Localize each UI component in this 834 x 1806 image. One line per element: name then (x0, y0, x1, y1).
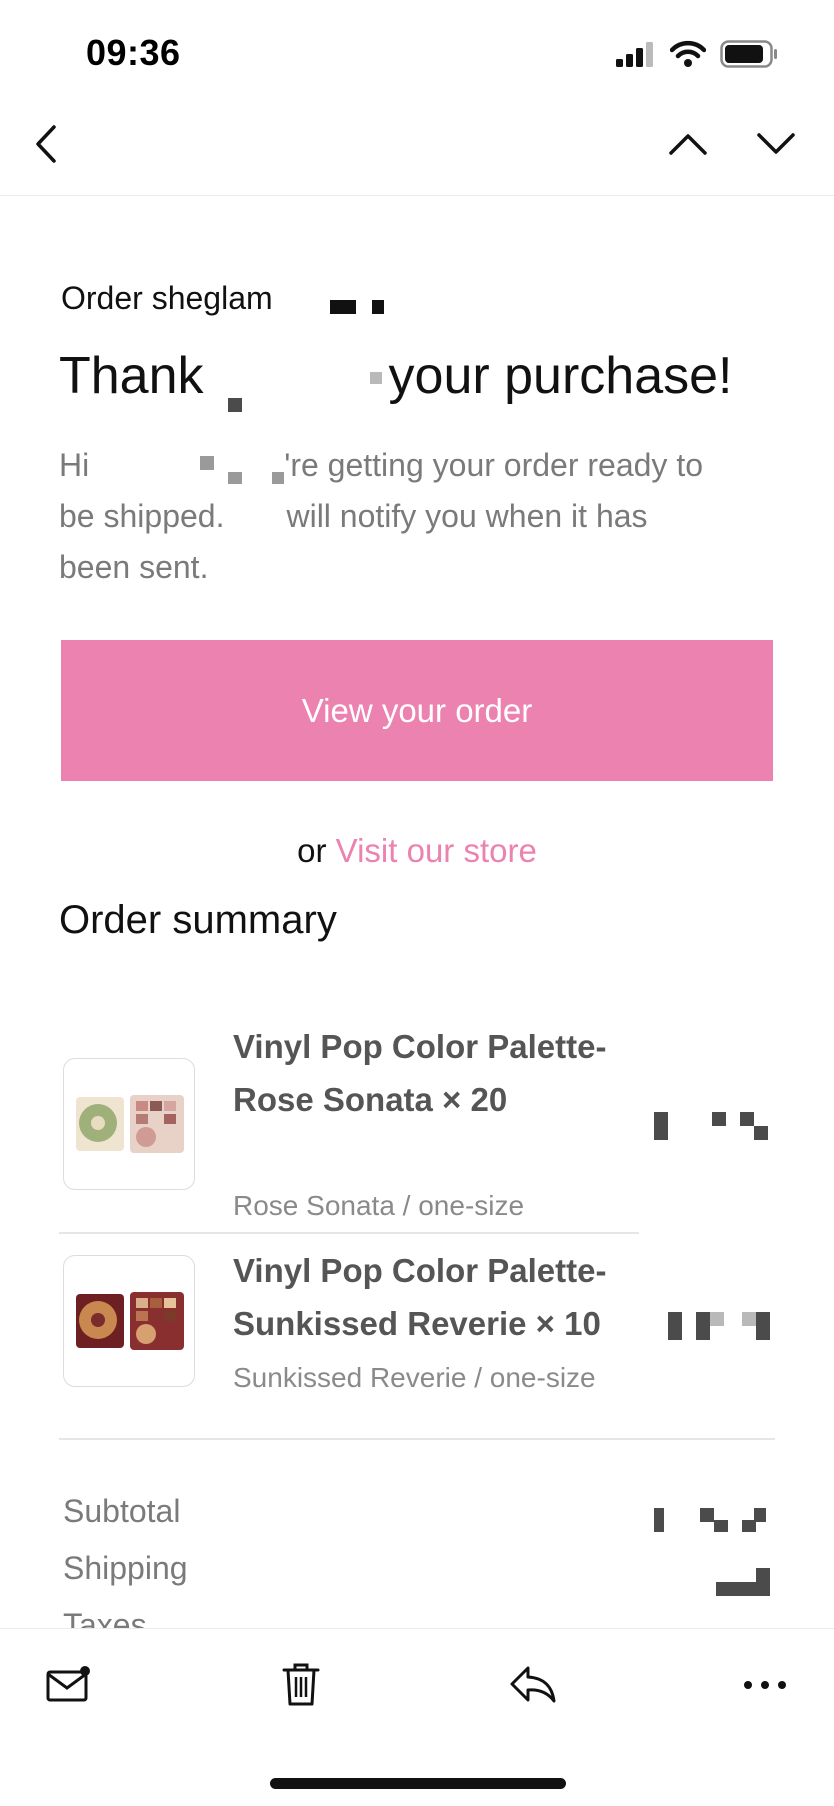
intro-line3: been sent. (59, 549, 209, 585)
status-icons (616, 40, 778, 73)
product-thumbnail-rose-sonata (63, 1058, 195, 1190)
headline-end: your purchase! (388, 347, 733, 405)
redaction-block (370, 372, 382, 384)
home-indicator[interactable] (270, 1778, 566, 1789)
next-message-button[interactable] (746, 116, 806, 176)
or-text: or (297, 832, 327, 869)
headline-start: Thank (59, 347, 204, 405)
palette-rose-sonata-image (76, 1095, 184, 1153)
product-thumbnail-sunkissed-reverie (63, 1255, 195, 1387)
order-label: Order sheglam (61, 280, 273, 317)
item-title: Vinyl Pop Color Palette-Sunkissed Reveri… (233, 1252, 607, 1342)
shipping-label: Shipping (63, 1550, 188, 1586)
summary-divider (59, 1438, 775, 1440)
visit-store-link[interactable]: Visit our store (336, 832, 537, 869)
intro-line2-start: be shipped. (59, 498, 225, 534)
previous-message-button[interactable] (658, 116, 718, 176)
palette-sunkissed-reverie-image (76, 1292, 184, 1350)
item-variant: Sunkissed Reverie / one-size (233, 1362, 596, 1393)
redaction-block (330, 300, 356, 314)
more-icon (743, 1677, 787, 1695)
redaction-block (228, 472, 242, 484)
previous-message-icon (668, 132, 708, 161)
mail-icon (45, 1664, 93, 1709)
reply-icon (508, 1664, 558, 1709)
email-headline: Thank your purchase! (59, 346, 733, 406)
item-divider (59, 1232, 639, 1234)
more-button[interactable] (730, 1651, 800, 1721)
item-variant: Rose Sonata / one-size (233, 1190, 525, 1221)
wifi-icon (669, 40, 707, 73)
message-nav-bar (0, 100, 834, 196)
back-chevron-icon (34, 124, 58, 169)
battery-icon (720, 40, 778, 73)
trash-icon (281, 1661, 321, 1712)
intro-line1-end: 're getting your order ready to (284, 447, 703, 483)
reply-button[interactable] (498, 1651, 568, 1721)
view-order-button[interactable]: View your order (61, 640, 773, 781)
delete-button[interactable] (266, 1651, 336, 1721)
item-title: Vinyl Pop Color Palette-Rose Sonata × 20 (233, 1028, 607, 1118)
back-button[interactable] (16, 116, 76, 176)
redaction-block (372, 300, 384, 314)
intro-paragraph: Hi 're getting your order ready to be shi… (59, 440, 779, 593)
intro-line2-end: will notify you when it has (286, 498, 648, 534)
intro-line1-start: Hi (59, 447, 90, 483)
order-summary-title: Order summary (59, 898, 337, 942)
redaction-block (272, 472, 284, 484)
taxes-label: Taxes (63, 1607, 147, 1628)
store-link-line: or Visit our store (0, 832, 834, 870)
redaction-block (200, 456, 214, 470)
mail-button[interactable] (34, 1651, 104, 1721)
next-message-icon (756, 132, 796, 161)
cellular-signal-icon (616, 41, 656, 72)
order-label-text: Order sheglam (61, 280, 273, 316)
redaction-block (228, 398, 242, 412)
subtotal-label: Subtotal (63, 1493, 181, 1529)
status-time: 09:36 (86, 32, 181, 73)
